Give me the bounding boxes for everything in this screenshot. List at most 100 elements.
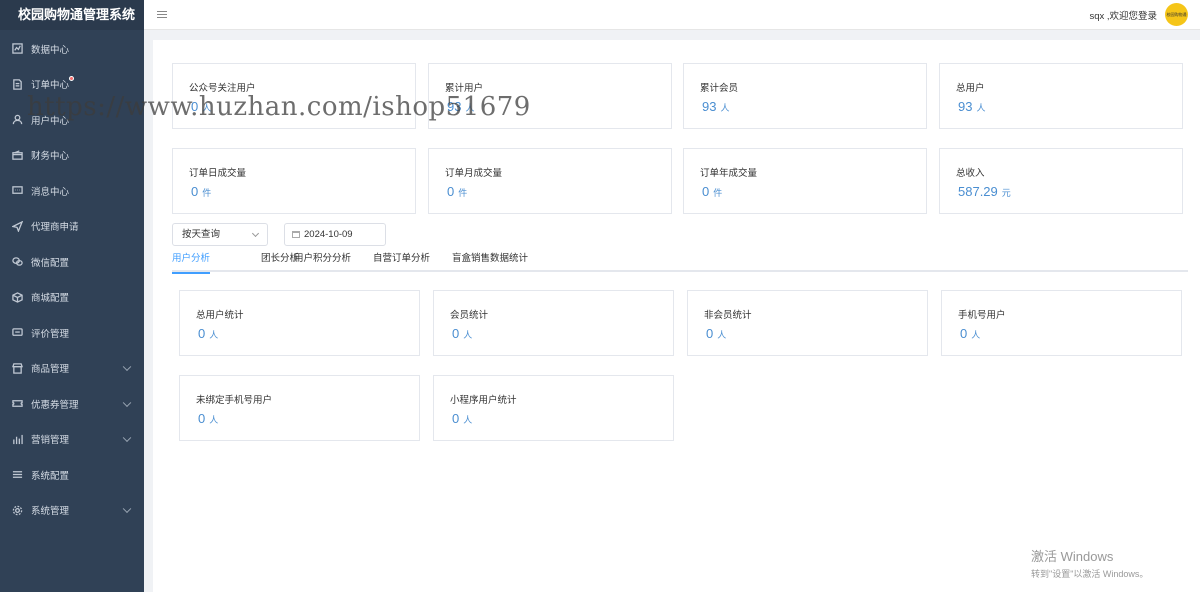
- user-stat-card: 手机号用户 0人: [941, 290, 1182, 356]
- stat-value: 0人: [960, 326, 981, 341]
- tab-points-analysis[interactable]: 用户积分分析: [294, 252, 351, 272]
- stat-value: 0件: [702, 184, 723, 199]
- sidebar-item-label: 评价管理: [31, 328, 70, 340]
- stat-card: 公众号关注用户 0人: [172, 63, 416, 129]
- coupon-icon: [12, 398, 23, 409]
- stat-value: 0人: [452, 411, 473, 426]
- stat-value: 0人: [452, 326, 473, 341]
- sidebar-item-label: 订单中心: [31, 80, 70, 92]
- stat-title: 未绑定手机号用户: [196, 395, 273, 406]
- user-stat-card: 未绑定手机号用户 0人: [179, 375, 420, 441]
- sidebar-item-user-center[interactable]: 用户中心: [0, 102, 144, 138]
- sidebar-item-label: 财务中心: [31, 151, 70, 163]
- analysis-tabs: 用户分析 团长分析 用户积分分析 自营订单分析 盲盒销售数据统计: [172, 252, 1188, 274]
- stat-card: 累计会员 93 人: [683, 63, 927, 129]
- stat-title: 累计用户: [445, 83, 484, 94]
- sidebar-item-order-center[interactable]: 订单中心: [0, 67, 144, 103]
- sidebar-item-data-center[interactable]: 数据中心: [0, 31, 144, 67]
- chevron-down-icon: [122, 433, 132, 443]
- bar-chart-icon: [12, 434, 23, 445]
- sidebar-item-label: 系统配置: [31, 470, 70, 482]
- stat-value: 0件: [191, 184, 212, 199]
- comment-icon: [12, 327, 23, 338]
- calendar-icon: [292, 231, 300, 238]
- top-header: sqx ,欢迎您登录 校园购物通: [144, 0, 1200, 30]
- app-title: 校园购物通管理系统: [0, 0, 144, 30]
- tab-self-order-analysis[interactable]: 自营订单分析: [373, 252, 430, 272]
- sidebar-item-system-config[interactable]: 系统配置: [0, 457, 144, 493]
- notification-badge: [69, 75, 74, 81]
- stat-card: 订单年成交量 0件: [683, 148, 927, 214]
- list-icon: [12, 469, 23, 480]
- sidebar-item-coupon-manage[interactable]: 优惠券管理: [0, 386, 144, 422]
- sidebar-item-label: 数据中心: [31, 44, 70, 56]
- sidebar-item-agent-apply[interactable]: 代理商申请: [0, 209, 144, 245]
- stat-value: 0人: [198, 326, 219, 341]
- main-content: 公众号关注用户 0人 累计用户 93 人 累计会员 93 人 总用户 93 人 订单日…: [153, 40, 1200, 592]
- tab-user-analysis[interactable]: 用户分析: [172, 252, 211, 274]
- sidebar-item-marketing-manage[interactable]: 营销管理: [0, 422, 144, 458]
- sidebar-menu: 数据中心 订单中心 用户中心 财务中心 消息中心 代理商申请 微信配置 商城配置…: [0, 30, 144, 528]
- stat-title: 公众号关注用户: [189, 83, 256, 94]
- stat-title: 总用户统计: [196, 310, 244, 321]
- stat-value: 0人: [706, 326, 727, 341]
- user-stat-card: 总用户统计 0人: [179, 290, 420, 356]
- sidebar-item-label: 用户中心: [31, 115, 70, 127]
- stat-card: 订单日成交量 0件: [172, 148, 416, 214]
- stat-title: 订单日成交量: [189, 168, 247, 179]
- document-icon: [12, 79, 23, 90]
- chevron-down-icon: [122, 398, 132, 407]
- stat-value: 93 人: [447, 99, 475, 114]
- chevron-down-icon: [122, 504, 132, 514]
- sidebar-item-review-manage[interactable]: 评价管理: [0, 315, 144, 351]
- user-stat-card: 非会员统计 0人: [687, 290, 928, 356]
- stat-title: 总用户: [956, 83, 985, 94]
- stat-value: 0人: [198, 411, 219, 426]
- stat-title: 手机号用户: [958, 310, 1006, 321]
- sidebar-item-message-center[interactable]: 消息中心: [0, 173, 144, 209]
- stat-title: 小程序用户统计: [450, 395, 517, 406]
- sidebar-item-mall-config[interactable]: 商城配置: [0, 280, 144, 316]
- query-mode-select[interactable]: 按天查询: [172, 223, 268, 246]
- message-icon: [12, 185, 23, 196]
- user-stat-card: 会员统计 0人: [433, 290, 674, 356]
- stat-value: 0人: [191, 99, 212, 114]
- stat-value: 587.29 元: [958, 184, 1011, 199]
- stat-title: 总收入: [956, 168, 985, 179]
- stat-card: 总收入 587.29 元: [939, 148, 1183, 214]
- sidebar-item-label: 商城配置: [31, 293, 70, 305]
- sidebar-item-label: 商品管理: [31, 364, 70, 376]
- date-picker[interactable]: 2024-10-09: [284, 223, 386, 246]
- sidebar-item-label: 系统管理: [31, 506, 70, 518]
- stat-title: 订单月成交量: [445, 168, 503, 179]
- sidebar-item-finance-center[interactable]: 财务中心: [0, 138, 144, 174]
- wechat-icon: [12, 256, 23, 267]
- wallet-icon: [12, 150, 23, 161]
- store-icon: [12, 363, 23, 374]
- tab-blindbox-sales[interactable]: 盲盒销售数据统计: [452, 252, 528, 272]
- chevron-down-icon: [251, 229, 260, 238]
- sidebar-item-wechat-config[interactable]: 微信配置: [0, 244, 144, 280]
- sidebar: 校园购物通管理系统 数据中心 订单中心 用户中心 财务中心 消息中心 代理商申请: [0, 0, 144, 592]
- stat-title: 累计会员: [700, 83, 739, 94]
- sidebar-item-product-manage[interactable]: 商品管理: [0, 351, 144, 387]
- stat-value: 93 人: [702, 99, 730, 114]
- stat-value: 93 人: [958, 99, 986, 114]
- stat-card: 订单月成交量 0件: [428, 148, 672, 214]
- sidebar-item-label: 营销管理: [31, 435, 70, 447]
- chevron-down-icon: [122, 362, 132, 372]
- sidebar-item-label: 微信配置: [31, 257, 70, 269]
- menu-toggle-icon[interactable]: [157, 9, 167, 20]
- sidebar-item-label: 消息中心: [31, 186, 70, 198]
- stat-title: 订单年成交量: [700, 168, 758, 179]
- sidebar-item-system-manage[interactable]: 系统管理: [0, 493, 144, 529]
- chart-icon: [12, 43, 23, 54]
- stat-title: 非会员统计: [704, 310, 752, 321]
- user-area: sqx ,欢迎您登录 校园购物通: [1089, 3, 1188, 26]
- gear-icon: [12, 505, 23, 516]
- user-stat-card: 小程序用户统计 0人: [433, 375, 674, 441]
- stat-card: 总用户 93 人: [939, 63, 1183, 129]
- avatar[interactable]: 校园购物通: [1165, 3, 1188, 26]
- sidebar-item-label: 代理商申请: [31, 222, 79, 234]
- box-icon: [12, 291, 23, 303]
